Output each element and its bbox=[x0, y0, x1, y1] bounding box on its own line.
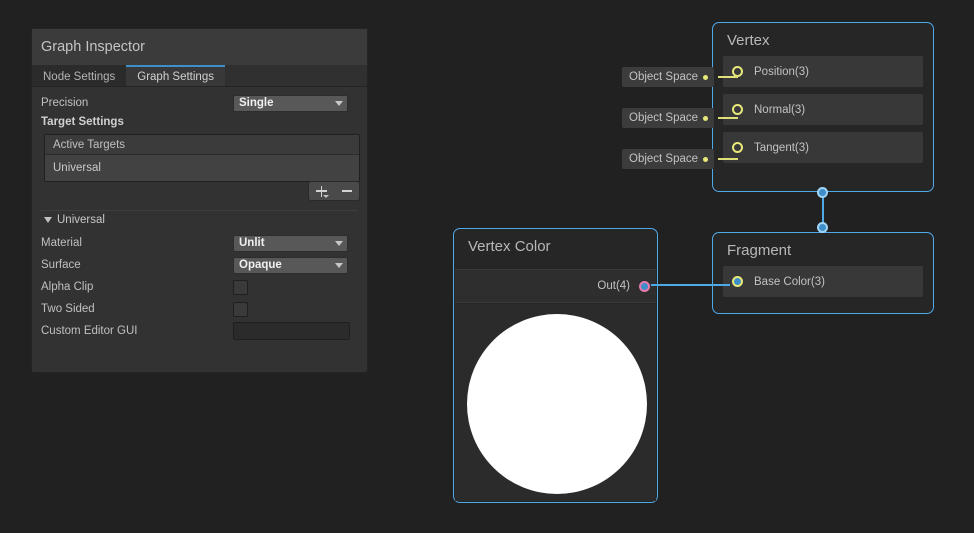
tab-graph-settings[interactable]: Graph Settings bbox=[126, 65, 225, 86]
wire-tangent bbox=[718, 158, 738, 160]
edge-vertexcolor-to-fragment bbox=[651, 284, 730, 286]
port-dot-icon bbox=[703, 74, 708, 80]
surface-label: Surface bbox=[41, 259, 81, 271]
fragment-node-title: Fragment bbox=[727, 242, 792, 259]
vertex-color-node[interactable]: Vertex Color Out(4) bbox=[453, 228, 658, 503]
precision-value: Single bbox=[239, 97, 274, 109]
vertex-block-position[interactable]: Position(3) bbox=[723, 56, 923, 87]
add-target-button[interactable] bbox=[309, 182, 334, 200]
precision-dropdown[interactable]: Single bbox=[233, 94, 348, 112]
graph-inspector-panel: Graph Inspector Node Settings Graph Sett… bbox=[31, 28, 368, 373]
port-icon-tangent[interactable] bbox=[732, 142, 743, 153]
surface-value: Opaque bbox=[239, 259, 282, 271]
vertex-node-collapse-handle[interactable] bbox=[817, 187, 828, 198]
alpha-clip-label: Alpha Clip bbox=[41, 281, 94, 293]
two-sided-label: Two Sided bbox=[41, 303, 95, 315]
wire-normal bbox=[718, 117, 738, 119]
inspector-tabbar: Node Settings Graph Settings bbox=[32, 65, 367, 87]
port-icon-normal[interactable] bbox=[732, 104, 743, 115]
surface-row: Surface Opaque bbox=[41, 255, 358, 275]
custom-editor-gui-label: Custom Editor GUI bbox=[41, 325, 138, 337]
normal-space-label: Object Space bbox=[629, 112, 699, 124]
tangent-space-dropdown[interactable]: Object Space bbox=[622, 149, 714, 169]
port-dot-icon bbox=[703, 156, 708, 162]
position-space-dropdown[interactable]: Object Space bbox=[622, 67, 714, 87]
custom-editor-gui-row: Custom Editor GUI bbox=[41, 321, 358, 341]
port-icon-out[interactable] bbox=[639, 280, 650, 292]
material-dropdown[interactable]: Unlit bbox=[233, 234, 348, 252]
material-row: Material Unlit bbox=[41, 233, 358, 253]
vertex-color-output-label: Out(4) bbox=[597, 280, 630, 292]
chevron-down-icon bbox=[323, 195, 329, 198]
fragment-block-base-color-label: Base Color(3) bbox=[754, 275, 825, 288]
alpha-clip-checkbox[interactable] bbox=[233, 279, 248, 295]
normal-space-dropdown[interactable]: Object Space bbox=[622, 108, 714, 128]
chevron-down-icon bbox=[335, 262, 343, 268]
vertex-color-node-title: Vertex Color bbox=[468, 238, 551, 255]
universal-foldout-label: Universal bbox=[57, 214, 105, 226]
material-label: Material bbox=[41, 237, 82, 249]
port-icon-base-color[interactable] bbox=[732, 276, 743, 287]
surface-dropdown[interactable]: Opaque bbox=[233, 256, 348, 274]
vertex-block-tangent[interactable]: Tangent(3) bbox=[723, 132, 923, 163]
chevron-down-icon bbox=[335, 240, 343, 246]
active-targets-buttons bbox=[44, 181, 360, 201]
vertex-node-title: Vertex bbox=[727, 32, 770, 49]
vertex-block-normal-label: Normal(3) bbox=[754, 103, 806, 116]
vertex-block-position-label: Position(3) bbox=[754, 65, 809, 78]
fragment-node[interactable]: Fragment Base Color(3) bbox=[712, 232, 934, 314]
target-settings-title: Target Settings bbox=[41, 116, 124, 128]
material-value: Unlit bbox=[239, 237, 265, 249]
fragment-block-base-color[interactable]: Base Color(3) bbox=[723, 266, 923, 297]
remove-target-button[interactable] bbox=[334, 182, 359, 200]
custom-editor-gui-input[interactable] bbox=[233, 322, 350, 340]
universal-foldout[interactable]: Universal bbox=[41, 210, 358, 229]
alpha-clip-row: Alpha Clip bbox=[41, 277, 358, 297]
wire-position bbox=[718, 76, 738, 78]
active-target-item-universal[interactable]: Universal bbox=[45, 155, 359, 181]
vertex-color-preview bbox=[455, 304, 656, 501]
preview-sphere bbox=[467, 314, 647, 494]
graph-settings-body: Precision Single Target Settings Active … bbox=[32, 87, 367, 341]
tangent-space-label: Object Space bbox=[629, 153, 699, 165]
triangle-down-icon bbox=[44, 217, 52, 223]
two-sided-row: Two Sided bbox=[41, 299, 358, 319]
vertex-block-tangent-label: Tangent(3) bbox=[754, 141, 809, 154]
two-sided-checkbox[interactable] bbox=[233, 301, 248, 317]
precision-label: Precision bbox=[41, 97, 89, 109]
vertex-node[interactable]: Vertex Position(3) Normal(3) Tangent(3) bbox=[712, 22, 934, 192]
target-button-group bbox=[308, 181, 360, 201]
tab-node-settings[interactable]: Node Settings bbox=[32, 65, 127, 86]
fragment-node-collapse-handle[interactable] bbox=[817, 222, 828, 233]
vertex-block-normal[interactable]: Normal(3) bbox=[723, 94, 923, 125]
precision-row: Precision Single bbox=[41, 93, 358, 113]
minus-icon bbox=[341, 190, 352, 192]
vertex-color-output-row[interactable]: Out(4) bbox=[455, 269, 656, 303]
port-dot-icon bbox=[703, 115, 708, 121]
chevron-down-icon bbox=[335, 100, 343, 106]
active-targets-header: Active Targets bbox=[45, 135, 359, 155]
inspector-header: Graph Inspector bbox=[32, 29, 367, 65]
page-title: Graph Inspector bbox=[41, 39, 145, 55]
active-targets-box: Active Targets Universal bbox=[44, 134, 360, 182]
position-space-label: Object Space bbox=[629, 71, 699, 83]
